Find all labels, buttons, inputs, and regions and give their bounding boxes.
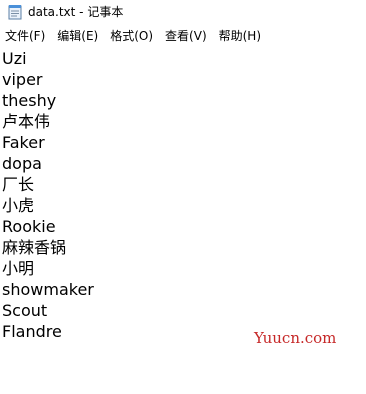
window-title: data.txt - 记事本: [28, 5, 124, 19]
notepad-window: data.txt - 记事本 文件(F) 编辑(E) 格式(O) 查看(V) 帮…: [0, 0, 366, 394]
menu-file[interactable]: 文件(F): [0, 26, 51, 46]
text-line: viper: [2, 70, 43, 89]
text-line: Faker: [2, 133, 45, 152]
text-line: 小虎: [2, 196, 35, 215]
title-bar[interactable]: data.txt - 记事本: [0, 0, 366, 24]
text-line: Rookie: [2, 217, 56, 236]
text-line: Flandre: [2, 322, 62, 341]
text-line: 卢本伟: [2, 112, 51, 131]
menu-help[interactable]: 帮助(H): [213, 26, 267, 46]
text-line: 小明: [2, 259, 35, 278]
menu-edit[interactable]: 编辑(E): [51, 26, 104, 46]
menu-view[interactable]: 查看(V): [159, 26, 213, 46]
text-line: dopa: [2, 154, 42, 173]
text-line: 麻辣香锅: [2, 238, 67, 257]
text-line: Uzi: [2, 49, 27, 68]
menu-format[interactable]: 格式(O): [104, 26, 159, 46]
text-line: theshy: [2, 91, 57, 110]
text-line: 厂长: [2, 175, 35, 194]
menu-bar: 文件(F) 编辑(E) 格式(O) 查看(V) 帮助(H): [0, 26, 366, 46]
watermark: Yuucn.com: [254, 329, 337, 347]
notepad-icon: [8, 5, 22, 20]
text-line: Scout: [2, 301, 48, 320]
text-line: showmaker: [2, 280, 94, 299]
